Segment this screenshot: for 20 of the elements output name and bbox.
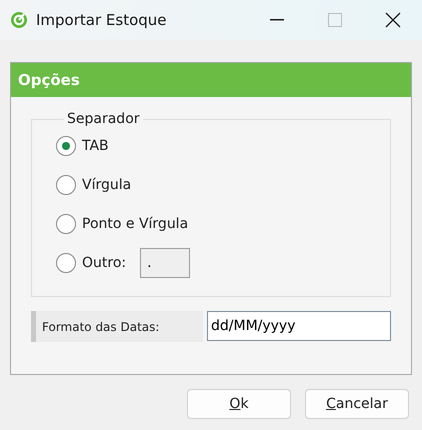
close-icon <box>385 12 401 28</box>
radio-label[interactable]: Vírgula <box>82 176 132 192</box>
cancel-button[interactable]: Cancelar <box>305 389 409 419</box>
field-label: Formato das Datas: <box>31 311 203 342</box>
date-format-field[interactable]: dd/MM/yyyy <box>207 311 391 341</box>
radio-label[interactable]: Outro: <box>82 254 126 270</box>
input-field[interactable]: . <box>140 248 190 278</box>
radio-label[interactable]: TAB <box>82 138 109 154</box>
app-logo-icon <box>10 11 28 29</box>
radio-button[interactable] <box>56 214 76 234</box>
radio-label[interactable]: Ponto e Vírgula <box>82 216 188 232</box>
maximize-icon <box>328 13 342 27</box>
group-title: Separador <box>66 111 141 127</box>
radio-button[interactable] <box>56 136 76 156</box>
minimize-icon <box>270 19 284 21</box>
radio-button[interactable] <box>56 252 76 272</box>
window-title: Importar Estoque <box>36 11 168 29</box>
radio-button[interactable] <box>56 174 76 194</box>
ok-button[interactable]: Ok <box>187 389 291 419</box>
panel-header: Opções <box>11 63 411 97</box>
